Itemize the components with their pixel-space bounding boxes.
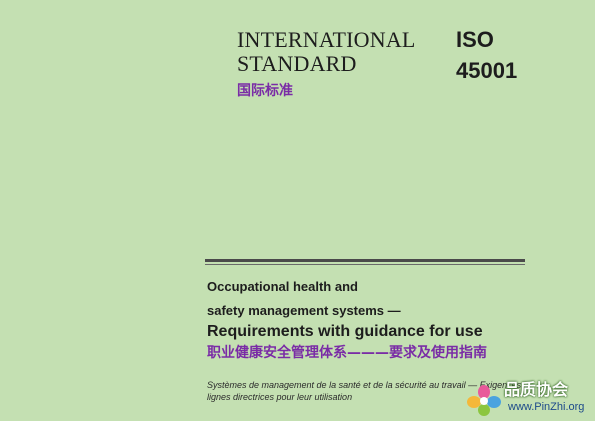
watermark-url: www.PinZhi.org	[508, 401, 585, 413]
standard-label: STANDARD	[237, 51, 357, 76]
watermark-chinese-name: 品质协会	[504, 380, 569, 399]
pinzhi-flower-logo-icon	[467, 385, 501, 416]
title-divider	[205, 259, 525, 262]
title-chinese: 职业健康安全管理体系———要求及使用指南	[207, 345, 487, 361]
international-standard-cn-label: 国际标准	[237, 83, 293, 99]
title-line-3: Requirements with guidance for use	[207, 323, 483, 340]
iso-number: 45001	[456, 58, 518, 83]
international-label: INTERNATIONAL	[237, 27, 416, 52]
title-line-2: safety management systems —	[207, 303, 401, 318]
title-line-1: Occupational health and	[207, 279, 358, 294]
pinzhi-watermark: 品质协会 www.PinZhi.org	[466, 380, 591, 418]
iso-label: ISO	[456, 27, 494, 52]
title-french-line-2: lignes directrices pour leur utilisation	[207, 392, 353, 402]
title-divider-thin	[205, 264, 525, 265]
standard-cover-page: INTERNATIONAL STANDARD 国际标准 ISO 45001 Oc…	[0, 0, 595, 421]
